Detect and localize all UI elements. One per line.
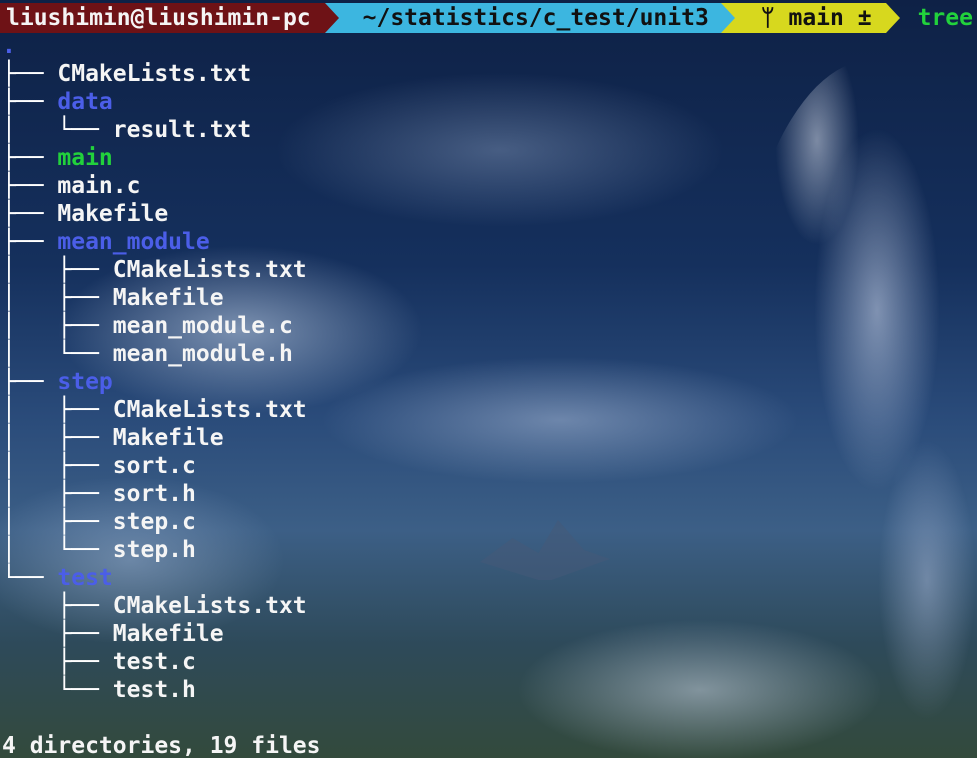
tree-branch-glyph: │ └── [2,117,113,143]
tree-branch-glyph: │ ├── [2,285,113,311]
tree-line: ├── Makefile [2,620,307,648]
tree-line: ├── step [2,368,307,396]
tree-line: │ ├── CMakeLists.txt [2,256,307,284]
tree-file-name: mean_module.c [112,313,293,339]
tree-output: . ├── CMakeLists.txt ├── data │ └── result… [2,32,307,704]
tree-branch-glyph: │ └── [2,341,113,367]
tree-entries: ├── CMakeLists.txt ├── data │ └── result.t… [2,60,307,704]
tree-file-name: main.c [57,173,141,199]
tree-file-name: Makefile [112,621,224,647]
tree-line: │ └── mean_module.h [2,340,307,368]
tree-branch-glyph: ├── [2,173,58,199]
wallpaper-swirl [727,60,977,758]
prompt-separator-arrow [885,3,900,33]
tree-branch-glyph: │ ├── [2,425,113,451]
tree-file-name: CMakeLists.txt [112,593,307,619]
tree-branch-glyph: └── [2,677,113,703]
tree-line: ├── test.c [2,648,307,676]
prompt-separator-arrow [324,3,339,33]
tree-line: │ ├── mean_module.c [2,312,307,340]
tree-branch-glyph: ├── [2,201,58,227]
tree-summary: 4 directories, 19 files [2,733,321,758]
tree-branch-glyph: │ ├── [2,509,113,535]
tree-branch-glyph: ├── [2,145,58,171]
tree-branch-glyph: │ └── [2,537,113,563]
tree-line: ├── data [2,88,307,116]
tree-directory-name: step [57,369,113,395]
tree-file-name: Makefile [112,285,224,311]
tree-branch-glyph: ├── [2,89,58,115]
tree-branch-glyph: ├── [2,369,58,395]
tree-line: ├── CMakeLists.txt [2,592,307,620]
tree-line: ├── main [2,144,307,172]
tree-directory-name: test [57,565,113,591]
tree-executable-name: main [57,145,113,171]
tree-file-name: Makefile [57,201,169,227]
tree-branch-glyph: └── [2,565,58,591]
typed-command[interactable]: tree [900,4,973,32]
tree-root-line: . [2,32,307,60]
tree-line: │ ├── Makefile [2,424,307,452]
tree-branch-glyph: │ ├── [2,453,113,479]
tree-branch-glyph: ├── [2,649,113,675]
prompt-git-branch: ᛘ main ± [734,3,886,33]
shell-prompt: liushimin@liushimin-pc ~/statistics/c_te… [0,3,977,33]
tree-file-name: test.c [112,649,196,675]
tree-file-name: sort.c [112,453,196,479]
tree-branch-glyph: │ ├── [2,313,113,339]
tree-line: │ └── step.h [2,536,307,564]
tree-line: └── test [2,564,307,592]
tree-branch-glyph: ├── [2,621,113,647]
tree-line: │ ├── sort.h [2,480,307,508]
tree-file-name: Makefile [112,425,224,451]
tree-line: ├── mean_module [2,228,307,256]
tree-file-name: CMakeLists.txt [57,61,252,87]
prompt-user-host: liushimin@liushimin-pc [0,3,325,33]
tree-directory-name: mean_module [57,229,210,255]
tree-file-name: step.h [112,537,196,563]
tree-line: └── test.h [2,676,307,704]
tree-branch-glyph: │ ├── [2,397,113,423]
tree-file-name: test.h [112,677,196,703]
tree-directory-name: data [57,89,113,115]
prompt-current-path: ~/statistics/c_test/unit3 [338,3,721,33]
tree-line: ├── Makefile [2,200,307,228]
tree-branch-glyph: ├── [2,61,58,87]
tree-line: │ ├── Makefile [2,284,307,312]
tree-file-name: CMakeLists.txt [112,257,307,283]
prompt-separator-arrow [720,3,735,33]
terminal-window[interactable]: liushimin@liushimin-pc ~/statistics/c_te… [0,0,977,758]
tree-file-name: sort.h [112,481,196,507]
tree-line: │ ├── CMakeLists.txt [2,396,307,424]
tree-file-name: result.txt [112,117,252,143]
tree-branch-glyph: ├── [2,229,58,255]
tree-file-name: step.c [112,509,196,535]
wallpaper-floating-island [480,520,610,580]
tree-branch-glyph: │ ├── [2,257,113,283]
tree-line: │ ├── sort.c [2,452,307,480]
tree-line: ├── CMakeLists.txt [2,60,307,88]
tree-root: . [2,33,16,59]
tree-file-name: mean_module.h [112,341,293,367]
tree-line: │ └── result.txt [2,116,307,144]
tree-line: ├── main.c [2,172,307,200]
tree-branch-glyph: │ ├── [2,481,113,507]
tree-line: │ ├── step.c [2,508,307,536]
tree-file-name: CMakeLists.txt [112,397,307,423]
tree-branch-glyph: ├── [2,593,113,619]
